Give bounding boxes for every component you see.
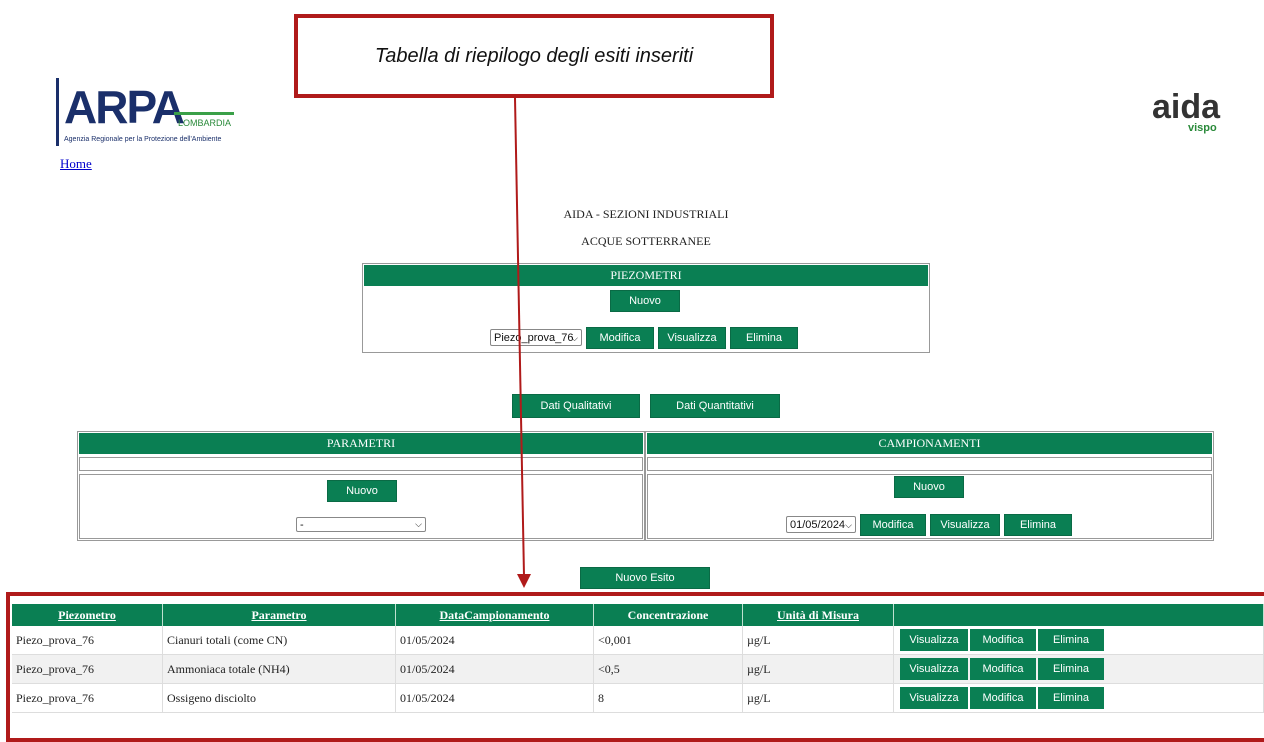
annotation-text: Tabella di riepilogo degli esiti inserit… [374,44,694,67]
cell-concentrazione: <0,001 [593,626,743,655]
arpa-logo-region: LOMBARDIA [178,118,232,128]
table-row: Piezo_prova_76 Cianuri totali (come CN) … [12,626,1264,655]
cell-piezometro: Piezo_prova_76 [12,626,163,655]
parametri-header: PARAMETRI [79,433,643,454]
cell-actions: Visualizza Modifica Elimina [893,683,1264,713]
home-link[interactable]: Home [60,156,92,172]
results-table: Piezometro Parametro DataCampionamento C… [12,604,1264,713]
aida-logo-mark: aida [1152,88,1221,126]
cell-parametro: Ossigeno disciolto [162,683,396,713]
cell-piezometro: Piezo_prova_76 [12,683,163,713]
arpa-logo-green-line [174,112,234,115]
aida-logo: aida vispo [1152,88,1232,148]
col-unita[interactable]: Unità di Misura [742,604,894,626]
col-actions [893,604,1264,626]
row-modify-button[interactable]: Modifica [970,629,1036,651]
piezometri-header: PIEZOMETRI [364,265,928,286]
col-parametro[interactable]: Parametro [162,604,396,626]
piezometri-view-button[interactable]: Visualizza [658,327,726,349]
annotation-box: Tabella di riepilogo degli esiti inserit… [294,14,774,98]
cell-actions: Visualizza Modifica Elimina [893,626,1264,655]
nuovo-esito-button[interactable]: Nuovo Esito [580,567,710,589]
cell-data: 01/05/2024 [395,654,594,684]
sort-parametro-link[interactable]: Parametro [251,608,306,622]
campionamenti-delete-button[interactable]: Elimina [1004,514,1072,536]
dati-quantitativi-button[interactable]: Dati Quantitativi [650,394,780,418]
piezometri-new-button[interactable]: Nuovo [610,290,680,312]
row-view-button[interactable]: Visualizza [900,629,968,651]
col-data-campionamento[interactable]: DataCampionamento [395,604,594,626]
row-delete-button[interactable]: Elimina [1038,658,1104,680]
row-modify-button[interactable]: Modifica [970,687,1036,709]
cell-unita: µg/L [742,626,894,655]
row-view-button[interactable]: Visualizza [900,687,968,709]
cell-unita: µg/L [742,654,894,684]
cell-parametro: Cianuri totali (come CN) [162,626,396,655]
piezometri-modify-button[interactable]: Modifica [586,327,654,349]
sort-data-link[interactable]: DataCampionamento [440,608,550,622]
campionamenti-modify-button[interactable]: Modifica [860,514,926,536]
cell-concentrazione: 8 [593,683,743,713]
piezometri-delete-button[interactable]: Elimina [730,327,798,349]
row-delete-button[interactable]: Elimina [1038,629,1104,651]
col-concentrazione: Concentrazione [593,604,743,626]
piezometri-select[interactable]: Piezo_prova_76 ⌵ [490,329,582,346]
parametri-select[interactable]: - ⌵ [296,517,426,532]
parametri-empty-row [79,457,643,471]
cell-data: 01/05/2024 [395,626,594,655]
cell-piezometro: Piezo_prova_76 [12,654,163,684]
table-row: Piezo_prova_76 Ossigeno disciolto 01/05/… [12,683,1264,713]
arpa-logo-mark: ARPA [64,81,185,133]
page-subtitle: ACQUE SOTTERRANEE [581,234,711,248]
campionamenti-select-value: 01/05/2024 [790,518,846,531]
campionamenti-new-button[interactable]: Nuovo [894,476,964,498]
cell-data: 01/05/2024 [395,683,594,713]
row-view-button[interactable]: Visualizza [900,658,968,680]
sort-unita-link[interactable]: Unità di Misura [777,608,859,622]
aida-logo-sub: vispo [1188,122,1217,134]
chevron-down-icon: ⌵ [415,519,422,529]
chevron-down-icon: ⌵ [571,333,578,343]
arpa-logo: ARPA LOMBARDIA Agenzia Regionale per la … [56,78,256,150]
cell-concentrazione: <0,5 [593,654,743,684]
parametri-select-value: - [300,518,304,531]
cell-unita: µg/L [742,683,894,713]
col-piezometro[interactable]: Piezometro [12,604,163,626]
page-title: AIDA - SEZIONI INDUSTRIALI [563,207,729,221]
row-delete-button[interactable]: Elimina [1038,687,1104,709]
row-modify-button[interactable]: Modifica [970,658,1036,680]
annotation-arrow [514,97,531,588]
table-row: Piezo_prova_76 Ammoniaca totale (NH4) 01… [12,654,1264,684]
parametri-new-button[interactable]: Nuovo [327,480,397,502]
cell-actions: Visualizza Modifica Elimina [893,654,1264,684]
arpa-logo-subtitle: Agenzia Regionale per la Protezione dell… [64,136,222,143]
sort-piezometro-link[interactable]: Piezometro [58,608,116,622]
campionamenti-select[interactable]: 01/05/2024 ⌵ [786,516,856,533]
campionamenti-empty-row [647,457,1212,471]
results-header-row: Piezometro Parametro DataCampionamento C… [12,604,1264,626]
chevron-down-icon: ⌵ [845,520,852,530]
campionamenti-header: CAMPIONAMENTI [647,433,1212,454]
campionamenti-view-button[interactable]: Visualizza [930,514,1000,536]
cell-parametro: Ammoniaca totale (NH4) [162,654,396,684]
arpa-logo-bar [56,78,59,146]
